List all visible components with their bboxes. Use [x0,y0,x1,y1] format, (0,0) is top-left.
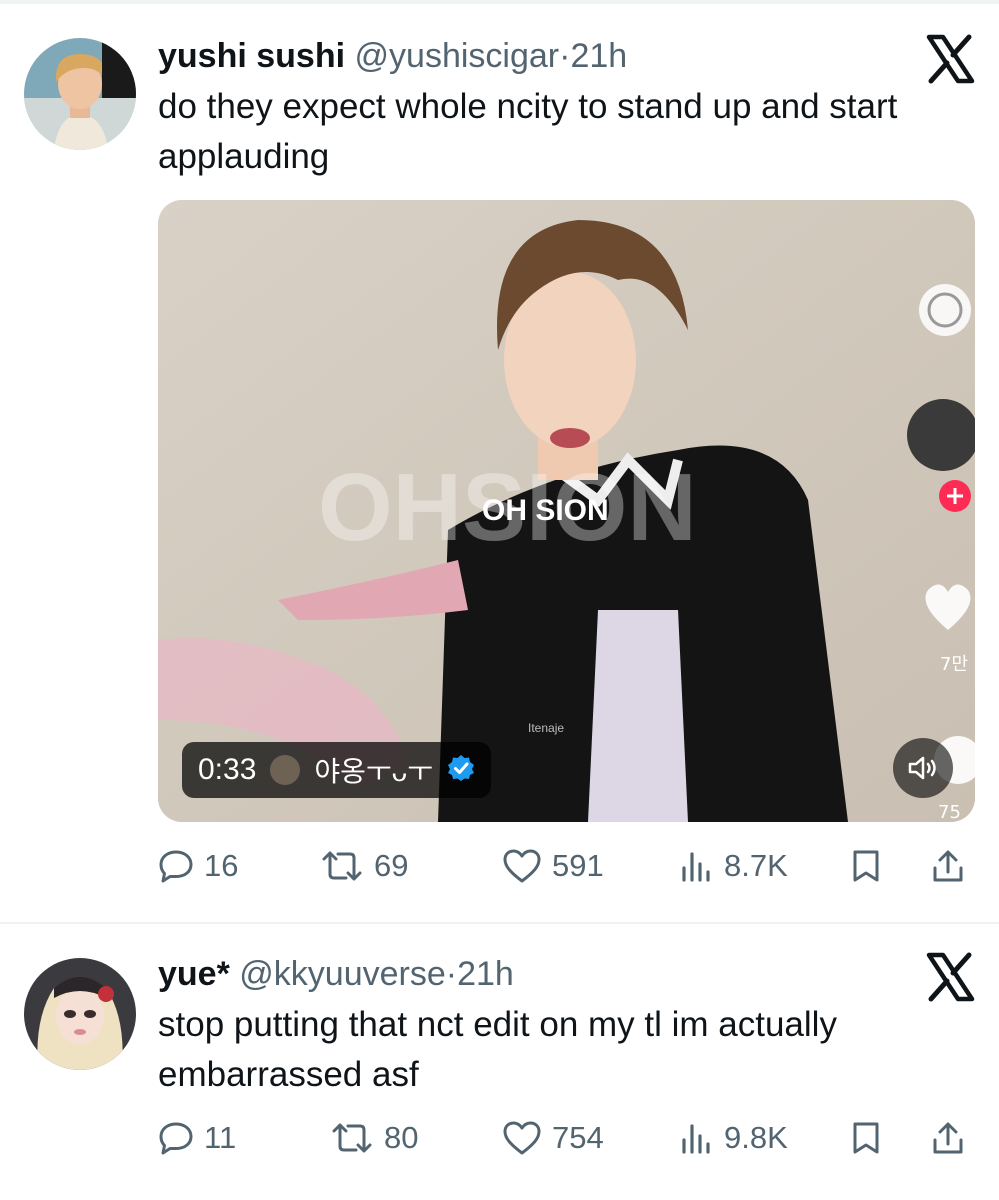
tweet[interactable]: yue* @kkyuuverse·21h stop putting that n… [0,924,999,1200]
share-button[interactable] [930,1108,966,1168]
repost-arrows-icon [332,1123,372,1153]
watermark-text: Itenaje [528,721,564,735]
video-info-badge: 0:33 야옹ㅜᴗㅜ [182,742,492,798]
verified-badge-icon [447,754,475,787]
speaker-icon [908,756,936,780]
repost-count: 69 [374,848,409,883]
avatar[interactable] [24,958,136,1070]
video-duration: 0:33 [198,753,257,786]
user-handle[interactable]: @yushiscigar [355,37,560,75]
x-logo-icon [925,34,975,84]
like-count: 591 [552,848,604,883]
tweet-actions: 11 80 754 9.8K [158,1108,970,1168]
share-upload-icon [933,1122,963,1154]
speech-bubble-icon [159,850,193,883]
separator-dot: · [559,37,571,75]
uploader-avatar [270,755,301,785]
reply-button[interactable]: 11 [158,1108,236,1168]
tweet-header: yushi sushi @yushiscigar·21h [158,36,627,76]
x-logo-icon [925,952,975,1002]
side-like-count: 7만 [940,654,968,675]
view-count: 9.8K [724,1120,788,1155]
timestamp[interactable]: 21h [570,37,627,75]
tweet[interactable]: yushi sushi @yushiscigar·21h do they exp… [0,0,999,922]
bookmark-icon [853,1122,879,1154]
reply-count: 16 [204,848,239,883]
views-button[interactable]: 8.7K [678,836,788,896]
volume-button[interactable] [893,738,953,798]
bookmark-button[interactable] [850,1108,882,1168]
display-name[interactable]: yue* [158,955,230,993]
bar-chart-icon [682,1124,710,1154]
video-frame: OHSION OH SION Itenaje 7만 75 [158,200,975,822]
tweet-actions: 16 69 591 8.7K [158,836,970,896]
view-count: 8.7K [724,848,788,883]
reply-count: 11 [204,1120,237,1155]
speech-bubble-icon [159,1122,193,1155]
video-player[interactable]: OHSION OH SION Itenaje 7만 75 0:33 야옹ㅜᴗㅜ [158,200,975,822]
side-comment-count: 75 [938,802,961,822]
tweet-text: do they expect whole ncity to stand up a… [158,87,898,176]
views-button[interactable]: 9.8K [678,1108,788,1168]
like-button[interactable]: 591 [502,836,604,896]
user-handle[interactable]: @kkyuuverse [239,955,445,993]
display-name[interactable]: yushi sushi [158,37,345,75]
heart-icon [503,1121,541,1155]
bar-chart-icon [682,852,710,882]
separator-dot: · [445,955,458,993]
reply-button[interactable]: 16 [158,836,238,896]
avatar[interactable] [24,38,136,150]
bookmark-icon [853,850,879,882]
uploader-name: 야옹ㅜᴗㅜ [314,756,434,787]
repost-count: 80 [384,1120,419,1155]
like-count: 754 [552,1120,604,1155]
bookmark-button[interactable] [850,836,882,896]
timestamp[interactable]: 21h [457,955,514,993]
heart-icon [503,849,541,883]
share-upload-icon [933,850,963,882]
repost-arrows-icon [322,851,362,881]
tweet-text: stop putting that nct edit on my tl im a… [158,1005,837,1094]
tweet-header: yue* @kkyuuverse·21h [158,954,514,994]
repost-button[interactable]: 80 [330,1108,418,1168]
repost-button[interactable]: 69 [320,836,408,896]
overlay-caption: OH SION [482,494,609,527]
share-button[interactable] [930,836,966,896]
like-button[interactable]: 754 [502,1108,604,1168]
